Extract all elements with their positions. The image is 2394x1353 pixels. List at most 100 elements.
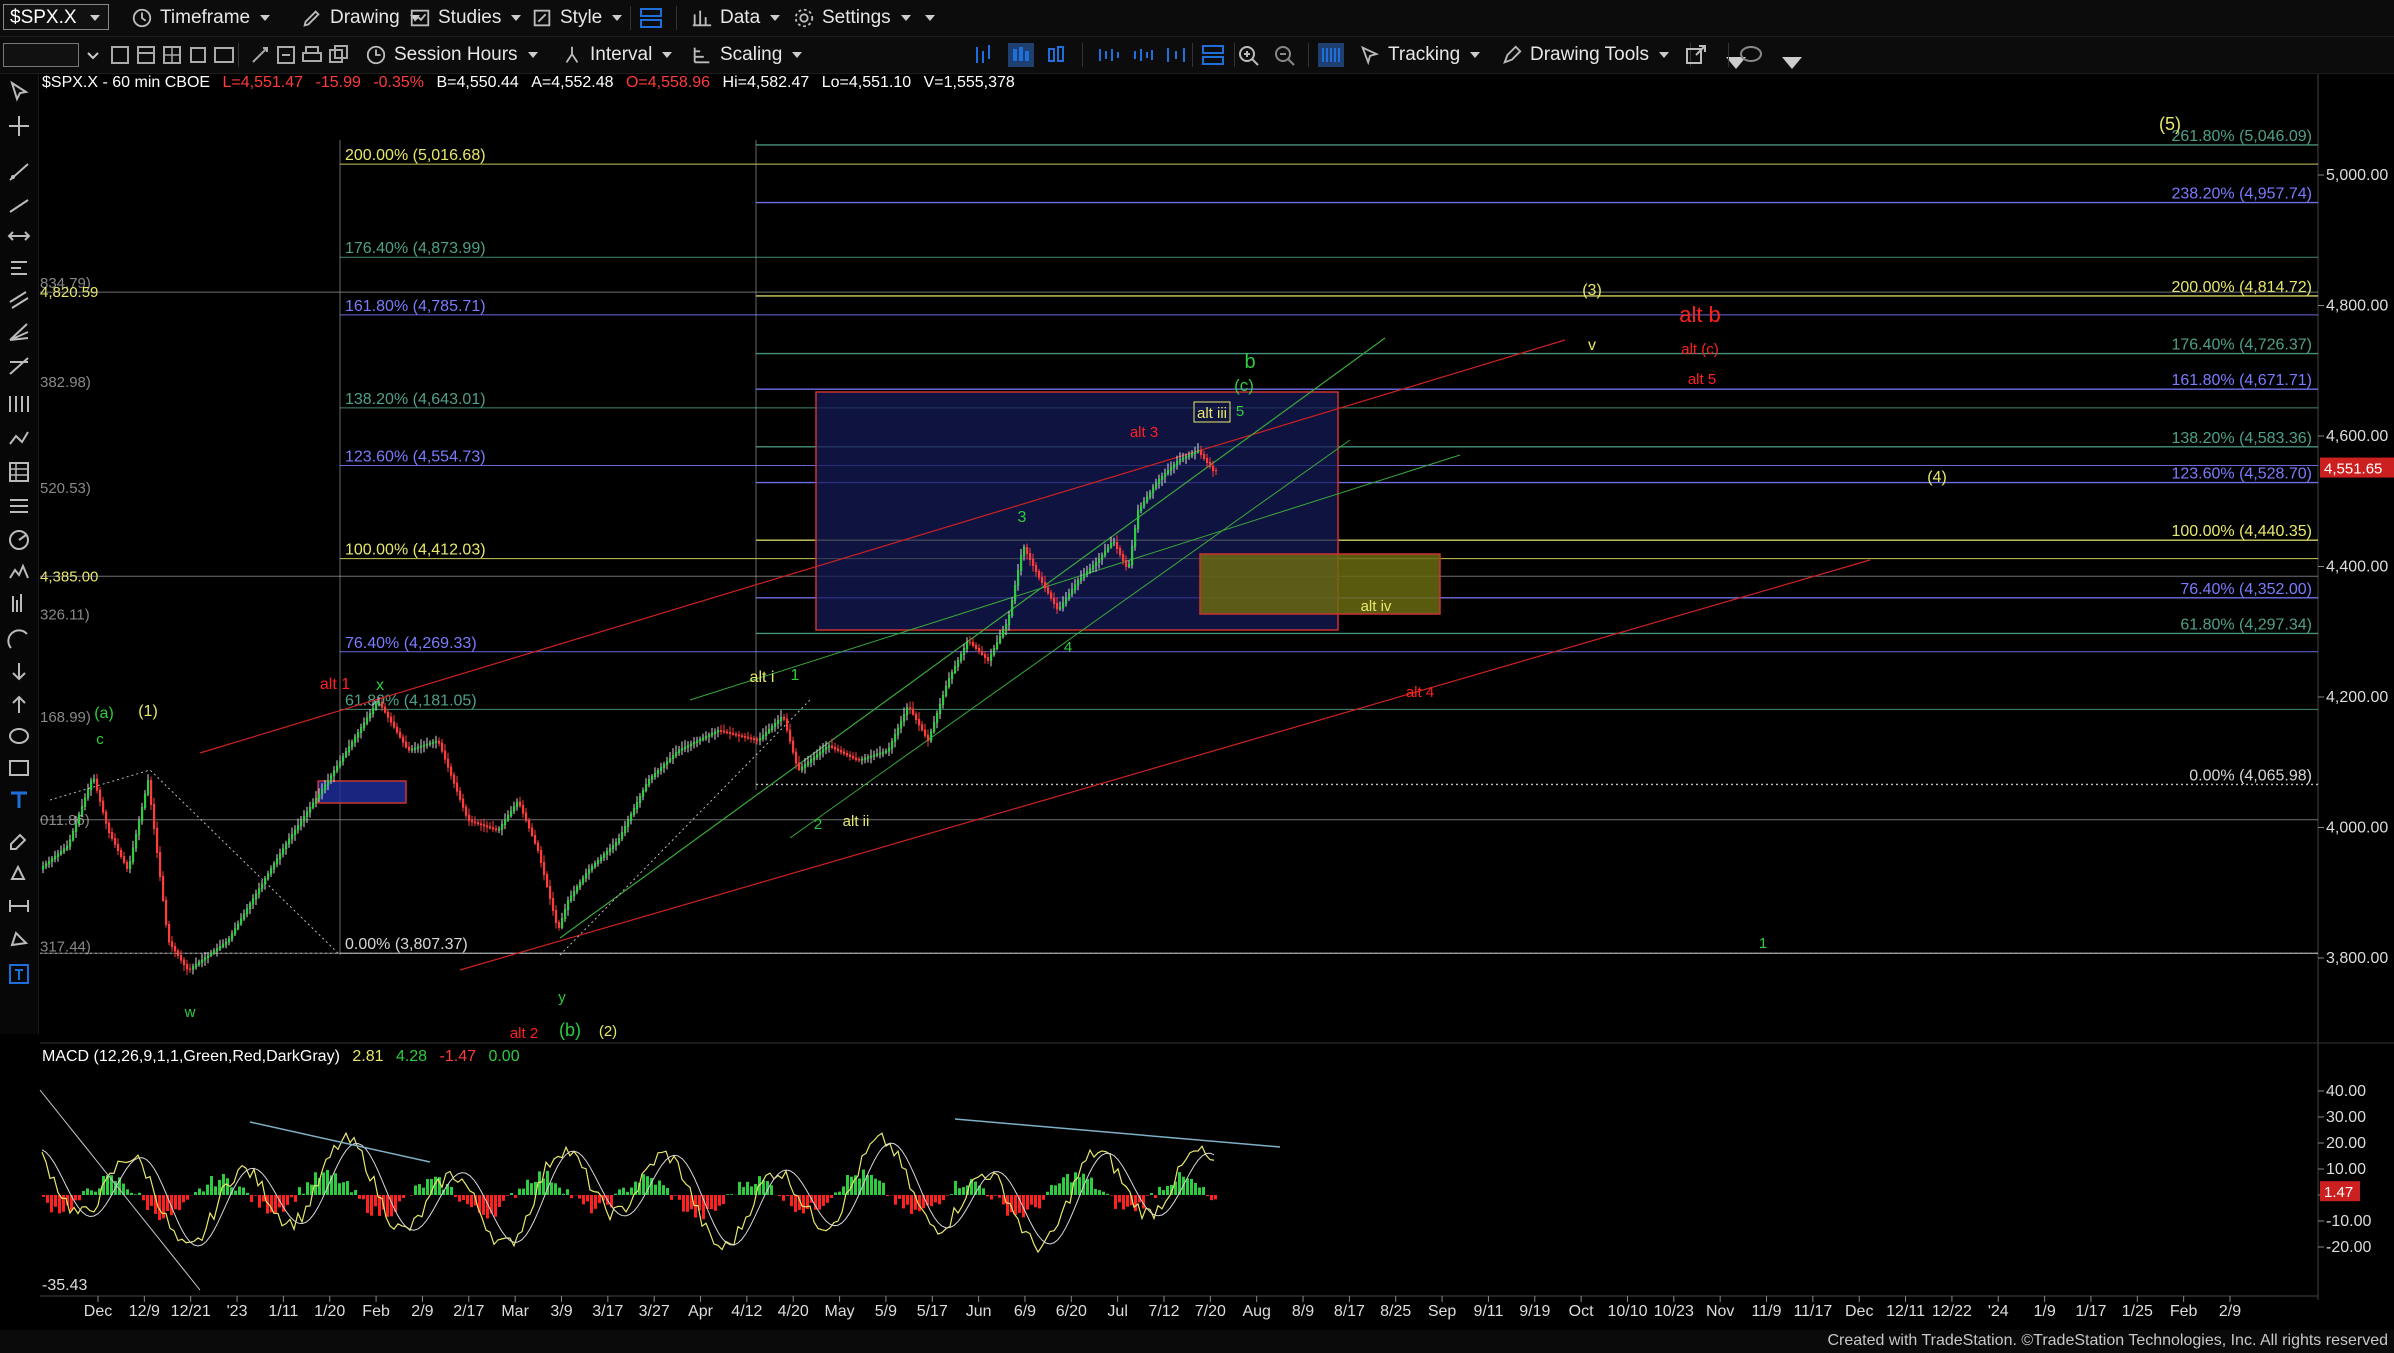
candle-body <box>306 811 309 817</box>
macd-histogram-bar <box>62 1195 65 1212</box>
macd-histogram-bar <box>818 1195 821 1210</box>
candle-body <box>780 717 783 721</box>
macd-legend: MACD (12,26,9,1,1,Green,Red,DarkGray) 2.… <box>42 1048 520 1066</box>
macd-histogram-bar <box>130 1192 133 1195</box>
macd-histogram-bar <box>1106 1193 1109 1195</box>
candle-body <box>1140 505 1143 511</box>
macd-histogram-bar <box>466 1195 469 1205</box>
candle-body <box>177 950 180 956</box>
candle-body <box>585 873 588 879</box>
candle-body <box>981 651 984 655</box>
candle-body <box>666 761 669 765</box>
candle-body <box>138 820 141 835</box>
candle-body <box>141 807 144 822</box>
time-tick-label: 12/22 <box>1932 1303 1972 1320</box>
macd-histogram-bar <box>658 1180 661 1195</box>
candle-body <box>867 756 870 759</box>
candle-body <box>417 746 420 749</box>
macd-histogram-bar <box>878 1180 881 1195</box>
macd-histogram-bar <box>1202 1187 1205 1195</box>
macd-histogram-bar <box>422 1187 425 1195</box>
candle-body <box>927 734 930 741</box>
time-tick-label: 6/9 <box>1014 1303 1036 1320</box>
candle-body <box>609 848 612 852</box>
candle-body <box>1128 564 1131 567</box>
candle-body <box>1158 479 1161 484</box>
candle-body <box>732 733 735 735</box>
candle-body <box>225 941 228 945</box>
macd-histogram-bar <box>874 1178 877 1195</box>
candle-body <box>951 672 954 679</box>
candle-body <box>228 938 231 943</box>
macd-histogram-bar <box>58 1195 61 1214</box>
candle-body <box>1212 466 1215 471</box>
legend-bid: B=4,550.44 <box>436 74 519 91</box>
candle-body <box>798 762 801 771</box>
macd-tick-label: -10.00 <box>2326 1213 2371 1230</box>
macd-histogram-bar <box>146 1195 149 1211</box>
wave-label: alt b <box>1679 302 1721 327</box>
wave-label: alt iv <box>1361 598 1392 615</box>
fib-level-label: 61.80% (4,181.05) <box>345 692 477 709</box>
candle-body <box>936 713 939 723</box>
candle-body <box>1077 580 1080 586</box>
macd-histogram-bar <box>642 1174 645 1195</box>
macd-histogram-bar <box>566 1189 569 1195</box>
legend-symbol: $SPX.X - 60 min CBOE <box>42 74 211 91</box>
fib-level-label: 0.00% (4,065.98) <box>2189 767 2312 784</box>
time-tick-label: Sep <box>1428 1303 1457 1320</box>
candle-body <box>1155 483 1158 489</box>
candle-body <box>963 648 966 655</box>
candle-body <box>273 863 276 870</box>
candle-body <box>942 695 945 705</box>
candle-body <box>393 721 396 728</box>
candle-body <box>1053 597 1056 604</box>
macd-value-4: 0.00 <box>488 1048 520 1065</box>
time-tick-label: Feb <box>362 1303 390 1320</box>
candle-body <box>1014 585 1017 601</box>
candle-body <box>405 741 408 748</box>
candle-body <box>885 750 888 753</box>
wave-label: alt 3 <box>1130 424 1158 441</box>
candle-body <box>150 780 153 805</box>
candle-body <box>465 806 468 816</box>
candle-body <box>162 876 165 901</box>
candle-body <box>993 648 996 655</box>
macd-histogram-bar <box>910 1195 913 1214</box>
macd-histogram-bar <box>1030 1195 1033 1205</box>
macd-histogram-bar <box>162 1195 165 1219</box>
macd-histogram-bar <box>1198 1187 1201 1195</box>
candle-body <box>1122 554 1125 561</box>
candle-body <box>447 758 450 768</box>
candle-body <box>708 734 711 737</box>
macd-histogram-bar <box>570 1195 573 1199</box>
candle-body <box>723 730 726 733</box>
candle-body <box>1008 615 1011 625</box>
candle-body <box>153 804 156 829</box>
wave-label: (4) <box>1927 469 1947 486</box>
candle-body <box>852 756 855 759</box>
candle-body <box>333 770 336 777</box>
left-edge-level-label: 382.98) <box>40 374 91 391</box>
candle-body <box>1131 546 1134 565</box>
candle-body <box>297 825 300 831</box>
candle-body <box>1095 562 1098 566</box>
candle-body <box>492 827 495 830</box>
candle-body <box>519 801 522 806</box>
candle-body <box>450 766 453 776</box>
candle-body <box>231 933 234 940</box>
left-edge-level-label: 520.53) <box>40 480 91 497</box>
candle-body <box>657 770 660 774</box>
price-chart[interactable]: 5,000.00 4,800.00 4,600.00 4,400.00 4,200.00… <box>0 0 2394 1353</box>
wave-label: alt (c) <box>1681 341 1719 358</box>
candle-body <box>972 642 975 646</box>
candle-body <box>558 922 561 928</box>
candle-body <box>681 748 684 751</box>
macd-histogram-bar <box>250 1195 253 1202</box>
candle-body <box>588 869 591 874</box>
candle-body <box>876 753 879 756</box>
candle-body <box>300 820 303 826</box>
macd-histogram-bar <box>662 1185 665 1195</box>
candle-body <box>1017 570 1020 586</box>
candle-body <box>1215 470 1218 472</box>
